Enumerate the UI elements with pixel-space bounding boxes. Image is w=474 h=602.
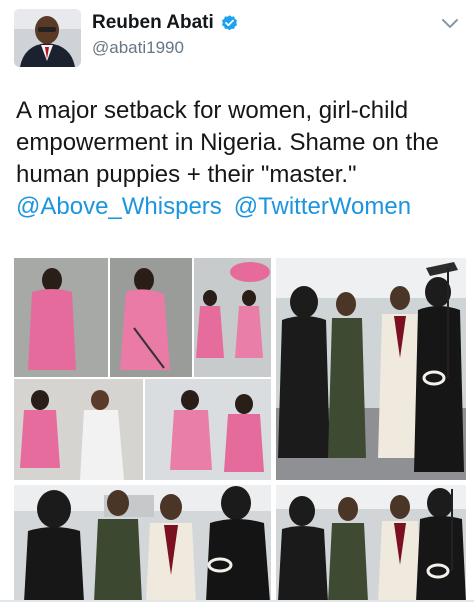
- tweet-header: Reuben Abati @abati1990: [0, 0, 474, 80]
- tweet-text-line: A major setback for women, girl-child: [16, 97, 409, 124]
- tweet-text: A major setback for women, girl-child em…: [16, 95, 466, 223]
- avatar[interactable]: [14, 9, 81, 67]
- tweet-photo[interactable]: [14, 258, 271, 480]
- tweet-photo[interactable]: [276, 258, 466, 480]
- tweet-text-line: human puppies + their "master.": [16, 161, 357, 188]
- verified-badge-icon: [221, 14, 237, 30]
- mention-link[interactable]: @TwitterWomen: [234, 193, 411, 220]
- author-handle[interactable]: @abati1990: [92, 38, 184, 58]
- mention-link[interactable]: @Above_Whispers: [16, 193, 222, 220]
- tweet-photo[interactable]: [276, 485, 466, 602]
- media-grid: [14, 258, 466, 602]
- tweet-photo[interactable]: [14, 485, 271, 602]
- author-display-name[interactable]: Reuben Abati: [92, 12, 214, 34]
- chevron-down-icon[interactable]: [441, 18, 459, 30]
- tweet-text-line: empowerment in Nigeria. Shame on the: [16, 129, 439, 156]
